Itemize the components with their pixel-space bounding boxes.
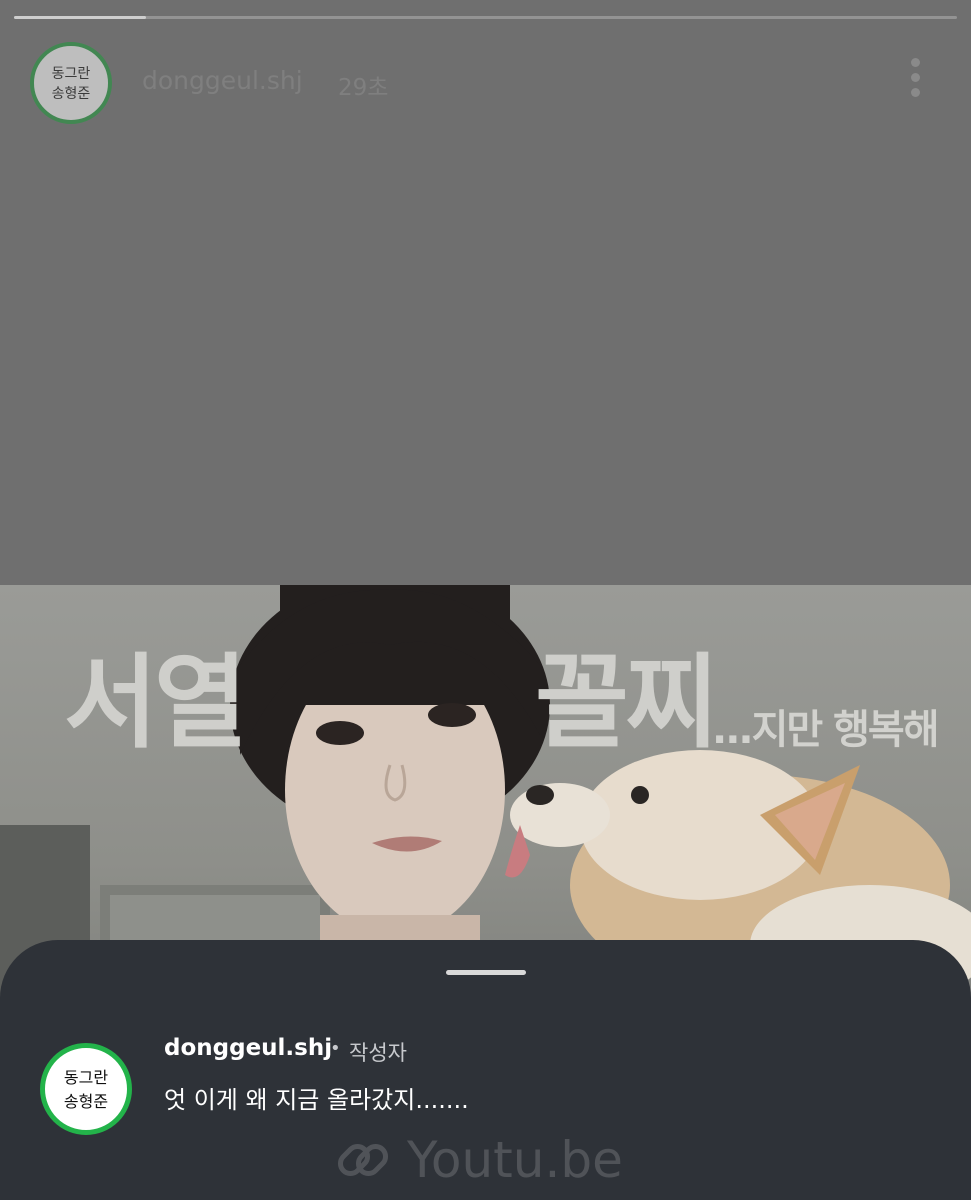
avatar-line1: 동그란 xyxy=(64,1068,108,1087)
author-badge: 작성자 xyxy=(349,1041,407,1065)
sheet-drag-handle[interactable] xyxy=(446,970,526,975)
comment-sheet: Youtu.be 동그란 송형준 donggeul.shj • 작성자 엇 이게… xyxy=(0,940,971,1200)
avatar-line2: 송형준 xyxy=(52,86,91,102)
comment-username[interactable]: donggeul.shj xyxy=(164,1035,332,1061)
comment-avatar[interactable]: 동그란 송형준 xyxy=(40,1043,132,1135)
comment-separator: • xyxy=(330,1038,341,1059)
more-options-button[interactable] xyxy=(903,58,927,104)
more-dot-icon xyxy=(910,88,920,97)
story-time: 29초 xyxy=(338,75,389,101)
link-sticker[interactable]: Youtu.be xyxy=(335,1120,623,1200)
comment-text: 엇 이게 왜 지금 올라갔지....... xyxy=(164,1086,469,1114)
more-dot-icon xyxy=(910,58,920,67)
avatar-logo-icon: 동그란 송형준 xyxy=(52,66,91,102)
avatar-line1: 동그란 xyxy=(52,66,91,82)
story-avatar[interactable]: 동그란 송형준 xyxy=(30,42,112,124)
story-username[interactable]: donggeul.shj xyxy=(142,66,303,95)
link-icon xyxy=(337,1143,389,1177)
thumbnail-title-right: 꼴찌 xyxy=(535,644,719,763)
more-dot-icon xyxy=(910,73,920,82)
thumbnail-subtitle: ...지만 행복해 xyxy=(712,707,940,753)
link-label: Youtu.be xyxy=(407,1131,623,1189)
avatar-logo-icon: 동그란 송형준 xyxy=(64,1068,108,1111)
avatar-line2: 송형준 xyxy=(64,1092,108,1111)
thumbnail-title-left: 서열 xyxy=(64,644,248,763)
story-progress-fill xyxy=(14,16,147,19)
story-header: 동그란 송형준 donggeul.shj 29초 xyxy=(30,42,941,126)
story-progress-track xyxy=(14,16,957,19)
